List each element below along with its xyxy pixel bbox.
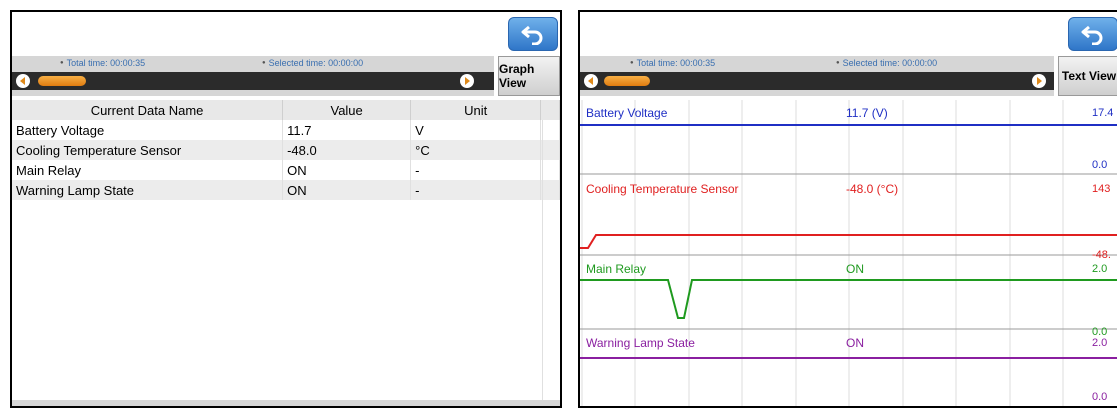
text-view-button[interactable]: Text View [1058, 56, 1117, 96]
top-bar [12, 12, 560, 54]
table-row[interactable]: Cooling Temperature Sensor -48.0 °C [12, 140, 560, 160]
graph-view-button[interactable]: Graph View [498, 56, 560, 96]
back-arrow-icon [1081, 25, 1103, 45]
graph-label-cooling-temperature: Cooling Temperature Sensor [586, 182, 739, 196]
selected-time-label: Selected time: 00:00:00 [836, 58, 938, 68]
time-bar: Total time: 00:00:35 Selected time: 00:0… [12, 56, 494, 96]
table-row[interactable]: Main Relay ON - [12, 160, 560, 180]
cell-value: 11.7 [282, 120, 412, 140]
header-unit[interactable]: Unit [410, 100, 542, 120]
selected-time-label: Selected time: 00:00:00 [262, 58, 364, 68]
graph-value-warning-lamp: ON [846, 336, 864, 350]
header-spacer [540, 100, 560, 120]
total-time-label: Total time: 00:00:35 [60, 58, 146, 68]
cell-name: Main Relay [12, 160, 284, 180]
slider-thumb[interactable] [38, 76, 86, 86]
table-header: Current Data Name Value Unit [12, 100, 560, 120]
table-row[interactable]: Battery Voltage 11.7 V [12, 120, 560, 140]
cell-name: Warning Lamp State [12, 180, 284, 200]
graph-label-warning-lamp: Warning Lamp State [586, 336, 695, 350]
table-bottom-bar [12, 400, 560, 406]
cell-value: ON [282, 160, 412, 180]
text-view-panel: Total time: 00:00:35 Selected time: 00:0… [10, 10, 562, 408]
data-table: Current Data Name Value Unit Battery Vol… [12, 100, 560, 200]
cell-unit: - [410, 160, 542, 180]
total-time-label: Total time: 00:00:35 [630, 58, 716, 68]
graph-min-warning-lamp: 0.0 [1092, 391, 1108, 403]
graph-view-panel: Total time: 00:00:35 Selected time: 00:0… [578, 10, 1117, 408]
table-row[interactable]: Warning Lamp State ON - [12, 180, 560, 200]
back-arrow-icon [521, 25, 543, 45]
graph-area: Battery Voltage 11.7 (V) 17.4 0.0 Coolin… [580, 100, 1117, 406]
time-slider[interactable] [12, 72, 494, 90]
graph-canvas [580, 100, 1117, 406]
graph-label-main-relay: Main Relay [586, 262, 647, 276]
scroll-left-icon[interactable] [16, 74, 30, 88]
cell-value: ON [282, 180, 412, 200]
graph-max-cooling-temperature: 143 [1092, 183, 1111, 195]
graph-min-battery-voltage: 0.0 [1092, 159, 1108, 171]
cell-name: Battery Voltage [12, 120, 284, 140]
cell-unit: - [410, 180, 542, 200]
header-value[interactable]: Value [282, 100, 412, 120]
graph-value-main-relay: ON [846, 262, 864, 276]
time-bar: Total time: 00:00:35 Selected time: 00:0… [580, 56, 1054, 96]
scroll-left-icon[interactable] [584, 74, 598, 88]
graph-min-cooling-temperature: -48. [1092, 249, 1111, 261]
scroll-right-icon[interactable] [460, 74, 474, 88]
back-button[interactable] [1068, 17, 1117, 51]
table-scrollbar[interactable] [542, 120, 560, 400]
graph-max-warning-lamp: 2.0 [1092, 337, 1108, 349]
cell-unit: °C [410, 140, 542, 160]
cell-unit: V [410, 120, 542, 140]
cell-name: Cooling Temperature Sensor [12, 140, 284, 160]
header-name[interactable]: Current Data Name [12, 100, 284, 120]
graph-value-cooling-temperature: -48.0 (°C) [846, 182, 899, 196]
graph-max-main-relay: 2.0 [1092, 263, 1108, 275]
graph-value-battery-voltage: 11.7 (V) [846, 106, 888, 120]
scroll-right-icon[interactable] [1032, 74, 1046, 88]
back-button[interactable] [508, 17, 558, 51]
top-bar [580, 12, 1117, 54]
graph-max-battery-voltage: 17.4 [1092, 107, 1114, 119]
cell-value: -48.0 [282, 140, 412, 160]
time-slider[interactable] [580, 72, 1054, 90]
slider-thumb[interactable] [604, 76, 650, 86]
graph-label-battery-voltage: Battery Voltage [586, 106, 668, 120]
